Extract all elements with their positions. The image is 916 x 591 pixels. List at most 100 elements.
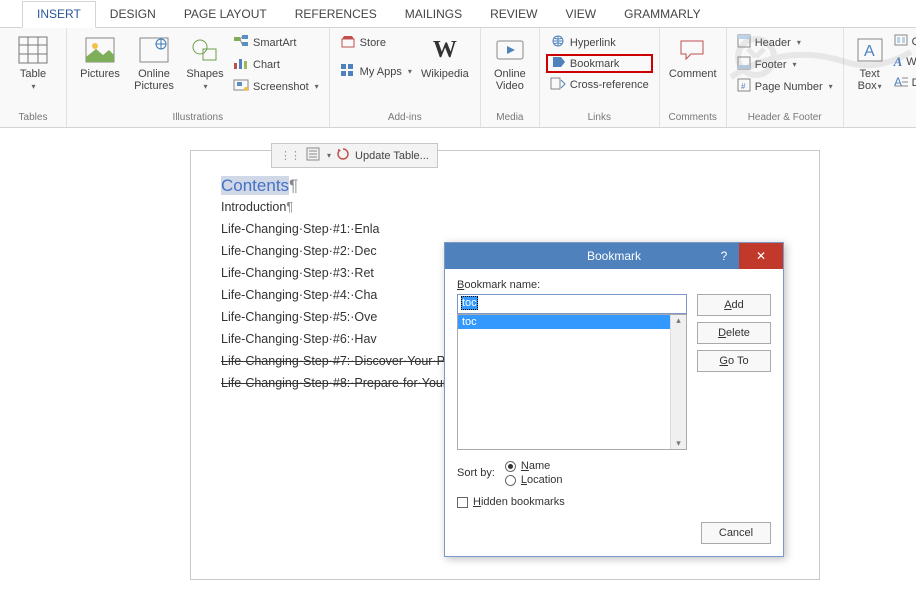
cancel-button[interactable]: Cancel [701, 522, 771, 544]
textbox-button[interactable]: A Text Box▾ [850, 32, 890, 94]
sort-location-radio[interactable]: Location [505, 474, 563, 486]
group-illustrations-label: Illustrations [73, 110, 323, 125]
chevron-down-icon: ▾ [327, 151, 331, 160]
group-media-label: Media [487, 110, 533, 125]
bookmark-icon [552, 56, 566, 71]
dialog-title-text: Bookmark [587, 249, 641, 263]
wikipedia-button[interactable]: W Wikipedia [416, 32, 474, 82]
header-label: Header [755, 37, 791, 49]
bookmark-name-label: Bookmark name: [457, 279, 771, 291]
bookmark-name-input[interactable]: toc [457, 294, 687, 314]
store-icon [340, 34, 356, 51]
group-media: Online Video Media [481, 28, 540, 127]
quickparts-icon [894, 34, 908, 49]
online-pictures-button[interactable]: Online Pictures [127, 32, 181, 94]
table-label: Table [20, 68, 46, 80]
delete-button[interactable]: Delete [697, 322, 771, 344]
add-button[interactable]: Add [697, 294, 771, 316]
tab-design[interactable]: DESIGN [96, 0, 170, 27]
tab-view[interactable]: VIEW [551, 0, 610, 27]
sort-name-radio[interactable]: Name [505, 460, 563, 472]
table-button[interactable]: Table▾ [6, 32, 60, 94]
textbox-icon: A [854, 34, 886, 66]
list-item[interactable]: toc [458, 315, 686, 329]
goto-button[interactable]: Go To [697, 350, 771, 372]
smartart-button[interactable]: SmartArt [229, 32, 323, 53]
group-comments-label: Comments [666, 110, 720, 125]
group-header-footer: Header Footer #Page Number Header & Foot… [727, 28, 844, 127]
update-table-label: Update Table... [355, 150, 429, 162]
dialog-help-button[interactable]: ? [709, 243, 739, 269]
screenshot-icon [233, 78, 249, 95]
header-icon [737, 34, 751, 51]
shapes-label: Shapes [186, 68, 223, 80]
bookmark-dialog: Bookmark ? ✕ Bookmark name: toc toc ▴▾ A… [444, 242, 784, 557]
group-links-label: Links [546, 110, 653, 125]
dialog-close-button[interactable]: ✕ [739, 243, 783, 269]
online-video-label: Online Video [489, 68, 531, 92]
screenshot-label: Screenshot [253, 81, 309, 93]
tab-review[interactable]: REVIEW [476, 0, 551, 27]
chart-button[interactable]: Chart [229, 54, 323, 75]
group-tables-label: Tables [6, 110, 60, 125]
comment-icon [677, 34, 709, 66]
textbox-label: Text Box [858, 68, 880, 92]
drag-handle-icon: ⋮⋮ [280, 149, 300, 162]
wordart-icon: A [894, 54, 903, 70]
wordart-button[interactable]: AWordArt [890, 52, 916, 72]
pagenum-icon: # [737, 78, 751, 95]
tab-page-layout[interactable]: PAGE LAYOUT [170, 0, 281, 27]
group-links: Hyperlink Bookmark Cross-reference Links [540, 28, 660, 127]
smartart-label: SmartArt [253, 37, 296, 49]
chart-label: Chart [253, 59, 280, 71]
bookmark-button[interactable]: Bookmark [546, 54, 653, 73]
hyperlink-button[interactable]: Hyperlink [546, 32, 653, 53]
group-comments: Comment Comments [660, 28, 727, 127]
bookmark-listbox[interactable]: toc ▴▾ [457, 314, 687, 450]
myapps-button[interactable]: My Apps [336, 61, 416, 82]
table-icon [17, 34, 49, 66]
crossref-icon [550, 76, 566, 93]
group-hf-label: Header & Footer [733, 110, 837, 125]
crossref-label: Cross-reference [570, 79, 649, 91]
video-icon [494, 34, 526, 66]
pictures-button[interactable]: Pictures [73, 32, 127, 82]
comment-button[interactable]: Comment [666, 32, 720, 82]
update-table-bar[interactable]: ⋮⋮ ▾ Update Table... [271, 143, 438, 168]
screenshot-button[interactable]: Screenshot [229, 76, 323, 97]
sortby-label: Sort by: [457, 467, 495, 479]
dropcap-label: Drop Cap [912, 77, 916, 89]
tab-references[interactable]: REFERENCES [281, 0, 391, 27]
dropcap-button[interactable]: A Drop Cap [890, 73, 916, 92]
svg-text:#: # [741, 82, 746, 91]
wordart-label: WordArt [906, 56, 916, 68]
smartart-icon [233, 34, 249, 51]
footer-button[interactable]: Footer [733, 54, 837, 75]
toc-title: Contents¶ [221, 176, 801, 196]
toc-line: Introduction¶ [221, 196, 801, 218]
hidden-bookmarks-checkbox[interactable]: Hidden bookmarks [457, 496, 771, 508]
bookmark-label: Bookmark [570, 58, 620, 70]
pagenum-button[interactable]: #Page Number [733, 76, 837, 97]
pictures-icon [84, 34, 116, 66]
myapps-label: My Apps [360, 66, 402, 78]
shapes-button[interactable]: Shapes▾ [181, 32, 229, 94]
quickparts-button[interactable]: Quick Parts [890, 32, 916, 51]
tab-insert[interactable]: INSERT [22, 1, 96, 28]
dialog-titlebar[interactable]: Bookmark ? ✕ [445, 243, 783, 269]
ribbon-tabs: INSERT DESIGN PAGE LAYOUT REFERENCES MAI… [0, 0, 916, 28]
chart-icon [233, 56, 249, 73]
crossref-button[interactable]: Cross-reference [546, 74, 653, 95]
footer-icon [737, 56, 751, 73]
toc-line: Life-Changing·Step·#1:·Enla [221, 218, 801, 240]
scrollbar[interactable]: ▴▾ [670, 315, 686, 449]
tab-mailings[interactable]: MAILINGS [391, 0, 476, 27]
store-label: Store [360, 37, 386, 49]
store-button[interactable]: Store [336, 32, 416, 53]
tab-grammarly[interactable]: GRAMMARLY [610, 0, 714, 27]
group-addins: Store My Apps W Wikipedia Add-ins [330, 28, 481, 127]
header-button[interactable]: Header [733, 32, 837, 53]
online-video-button[interactable]: Online Video [487, 32, 533, 94]
dropcap-icon: A [894, 75, 908, 90]
online-pictures-icon [138, 34, 170, 66]
